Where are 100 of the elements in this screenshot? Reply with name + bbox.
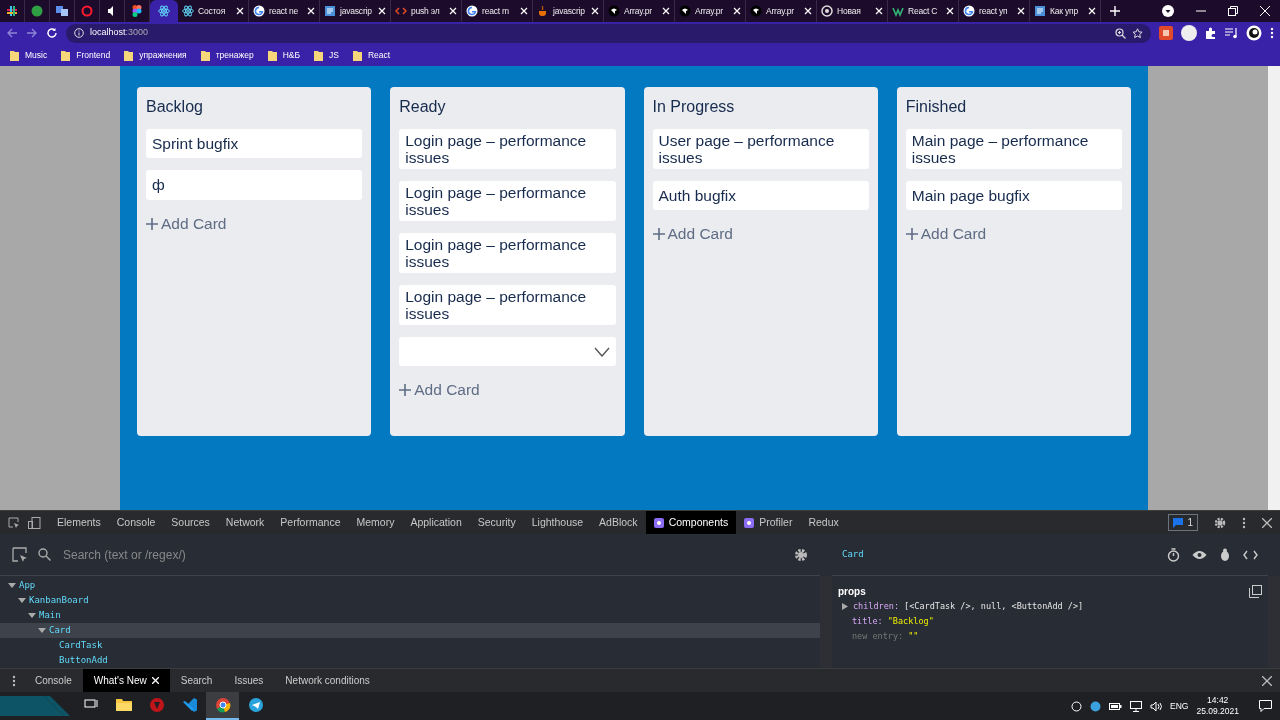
network-icon[interactable] <box>1130 700 1143 712</box>
bookmark-link[interactable]: тренажер <box>215 48 254 62</box>
address-bar[interactable]: localhost:3000 <box>66 23 1151 43</box>
avatar-icon[interactable] <box>1181 25 1197 41</box>
devtools-tab[interactable]: Lighthouse <box>523 511 592 534</box>
bookmark-link[interactable]: Frontend <box>76 48 111 62</box>
tab-title: Как упр <box>1050 4 1079 18</box>
language-indicator[interactable]: ENG <box>1170 699 1189 713</box>
taskbar-app[interactable] <box>206 692 239 720</box>
devtools-tab[interactable]: Elements <box>49 511 109 534</box>
tree-node[interactable]: KanbanBoard <box>0 593 820 608</box>
drawer-tab[interactable]: Console <box>24 669 83 692</box>
notification-icon[interactable] <box>1259 700 1272 712</box>
restore-icon[interactable] <box>1228 6 1238 16</box>
devtools-tab[interactable]: Application <box>402 511 470 534</box>
devtools-tab[interactable]: Profiler <box>736 511 801 534</box>
scrollbar[interactable] <box>1268 576 1280 668</box>
devtools-tab[interactable]: Redux <box>800 511 847 534</box>
prop-value[interactable]: [<CardTask />, null, <ButtonAdd />] <box>904 600 1084 613</box>
task-card[interactable]: Main page – performance issues <box>905 129 1122 169</box>
zoom-icon[interactable] <box>1115 27 1126 39</box>
profile-icon[interactable] <box>1246 25 1262 41</box>
add-card-button[interactable]: Add Card <box>399 378 616 402</box>
issues-button[interactable]: 1 <box>1168 514 1198 531</box>
code-icon[interactable] <box>1243 549 1258 560</box>
devtools-tab[interactable]: Components <box>645 511 737 534</box>
bookmark-link[interactable]: JS <box>329 48 339 62</box>
tree-node[interactable]: CardTask <box>0 638 820 653</box>
back-icon[interactable] <box>6 27 18 39</box>
drawer-tab[interactable]: Issues <box>223 669 275 692</box>
add-card-button[interactable]: Add Card <box>652 222 869 246</box>
devtools-tab[interactable]: Console <box>108 511 164 534</box>
playlist-icon[interactable] <box>1225 27 1238 39</box>
devtools-tab[interactable]: Memory <box>348 511 403 534</box>
tree-node[interactable]: App <box>0 578 820 593</box>
bookmark-link[interactable]: H&Б <box>282 48 300 62</box>
scrollbar[interactable] <box>820 576 832 668</box>
card-input[interactable]: ф <box>146 170 363 200</box>
bookmark-link[interactable]: React <box>367 48 391 62</box>
search-field[interactable]: Search (text or /regex/) <box>61 544 784 565</box>
clock-time[interactable]: 14:42 <box>1196 695 1239 706</box>
settings-icon[interactable] <box>1214 516 1226 529</box>
close-icon[interactable] <box>1262 517 1272 528</box>
add-card-button[interactable]: Add Card <box>905 222 1122 246</box>
task-card[interactable]: Login page – performance issues <box>399 285 616 325</box>
pinned-tab[interactable] <box>150 0 178 22</box>
task-card[interactable]: Sprint bugfix <box>146 129 363 158</box>
task-card[interactable]: Main page bugfix <box>905 181 1122 210</box>
close-icon[interactable] <box>1262 676 1272 686</box>
devtools-tab[interactable]: AdBlock <box>591 511 646 534</box>
clock-date[interactable]: 25.09.2021 <box>1196 706 1239 717</box>
bookmark-link[interactable]: упражнения <box>139 48 187 62</box>
reload-icon[interactable] <box>46 27 58 39</box>
more-icon[interactable] <box>1242 516 1246 529</box>
dropdown-icon[interactable] <box>1162 5 1174 17</box>
tree-node[interactable]: Card <box>0 623 820 638</box>
globe-icon <box>821 5 833 17</box>
volume-icon[interactable] <box>1150 700 1163 712</box>
tab-title: javascrip <box>340 4 373 18</box>
drawer-tab[interactable]: Search <box>169 669 224 692</box>
drawer-tab[interactable]: Network conditions <box>274 669 381 692</box>
tree-node[interactable]: ButtonAdd <box>0 653 820 668</box>
prop-value[interactable]: "Backlog" <box>887 615 934 628</box>
devtools-tab[interactable]: Performance <box>272 511 349 534</box>
column-title: In Progress <box>652 97 736 117</box>
settings-icon[interactable] <box>794 547 808 562</box>
more-icon[interactable] <box>12 675 16 687</box>
task-card[interactable]: Auth bugfix <box>652 181 869 210</box>
bookmark-link[interactable]: Music <box>25 48 48 62</box>
inspect-icon[interactable] <box>12 546 28 563</box>
shield-icon <box>148 697 165 713</box>
task-card[interactable]: Login page – performance issues <box>399 181 616 221</box>
forward-icon[interactable] <box>26 27 38 39</box>
more-icon[interactable] <box>1270 27 1274 39</box>
devtools-tab[interactable]: Sources <box>163 511 218 534</box>
prop-value[interactable]: "" <box>908 630 919 643</box>
caret-right-icon[interactable] <box>842 603 848 610</box>
stopwatch-icon[interactable] <box>1167 547 1180 562</box>
scrollbar[interactable] <box>1268 66 1280 510</box>
plus-icon <box>146 217 158 230</box>
drawer-tab[interactable]: What's New <box>82 669 170 692</box>
inspect-icon[interactable] <box>8 516 20 529</box>
globe-icon[interactable] <box>1090 700 1102 712</box>
eye-icon[interactable] <box>1192 549 1207 560</box>
task-card[interactable]: Login page – performance issues <box>399 233 616 273</box>
devtools-tab[interactable]: Security <box>469 511 524 534</box>
task-card[interactable]: Login page – performance issues <box>399 129 616 169</box>
battery-icon[interactable] <box>1109 701 1123 711</box>
extension-icon[interactable] <box>1159 26 1173 40</box>
puzzle-icon[interactable] <box>1205 27 1217 39</box>
task-card[interactable]: User page – performance issues <box>652 129 869 169</box>
device-icon[interactable] <box>28 516 41 529</box>
tree-node[interactable]: Main <box>0 608 820 623</box>
copy-icon[interactable] <box>1249 585 1262 598</box>
devtools-tab[interactable]: Network <box>217 511 273 534</box>
bug-icon[interactable] <box>1219 547 1231 562</box>
add-card-button[interactable]: Add Card <box>146 212 363 236</box>
code-editor-icon <box>181 697 198 713</box>
star-icon[interactable] <box>1132 27 1143 39</box>
circle-icon[interactable] <box>1071 700 1083 712</box>
